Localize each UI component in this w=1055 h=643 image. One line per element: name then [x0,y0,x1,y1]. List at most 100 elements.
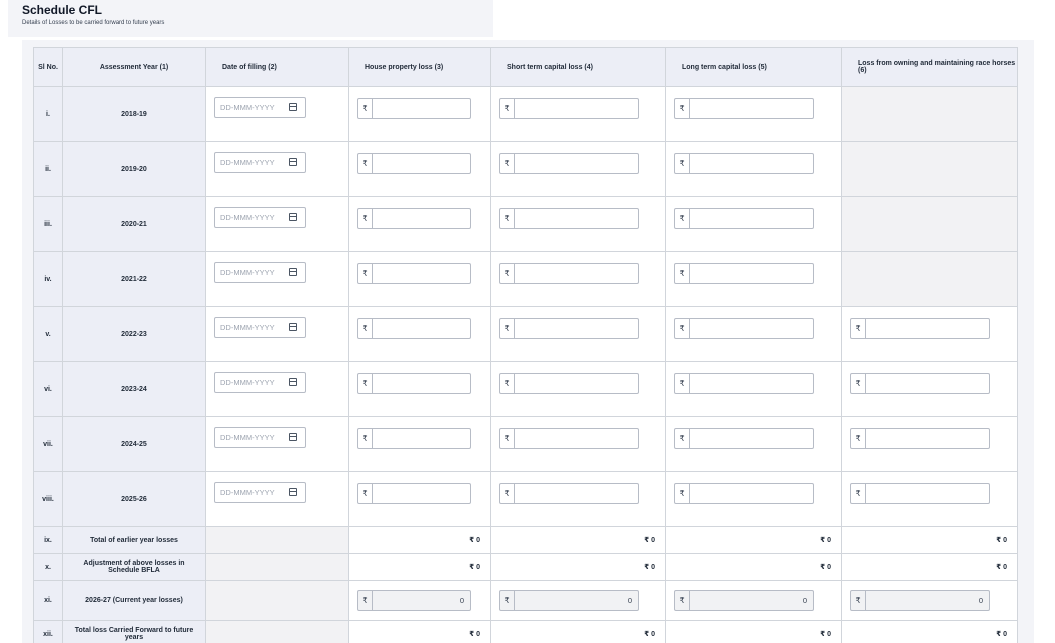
date-of-filing-input[interactable]: DD-MMM-YYYY [214,152,306,173]
rupee-icon: ₹ [500,264,515,283]
amount-input-area[interactable] [690,319,813,338]
race-horses-loss-input[interactable]: ₹ [850,428,990,449]
rupee-icon: ₹ [851,591,866,610]
date-of-filing-input[interactable]: DD-MMM-YYYY [214,262,306,283]
short-term-capital-loss-input[interactable]: ₹ [499,428,639,449]
house-property-loss-input[interactable]: ₹ [357,98,471,119]
calendar-icon[interactable] [289,488,297,496]
calendar-icon[interactable] [289,433,297,441]
race-horses-loss-cell [841,196,1018,252]
short-term-capital-loss-input[interactable]: ₹ [499,483,639,504]
date-of-filing-input[interactable]: DD-MMM-YYYY [214,427,306,448]
amount-input-area[interactable] [373,429,470,448]
calendar-icon[interactable] [289,158,297,166]
rupee-icon: ₹ [358,264,373,283]
field-value: 0 [978,596,983,605]
date-of-filing-input[interactable]: DD-MMM-YYYY [214,207,306,228]
current-race-horses-field: ₹0 [850,590,990,611]
total-long-term: ₹ 0 [665,526,842,554]
amount-input-area[interactable] [866,374,989,393]
amount-input-area[interactable] [515,319,638,338]
race-horses-loss-input[interactable]: ₹ [850,483,990,504]
long-term-capital-loss-input[interactable]: ₹ [674,98,814,119]
calendar-icon[interactable] [289,103,297,111]
adjustment-row: x. Adjustment of above losses in Schedul… [33,553,1018,581]
amount-input-area[interactable] [866,484,989,503]
long-term-capital-loss-cell: ₹ [665,306,842,362]
amount-input-area[interactable] [690,154,813,173]
field-value: 0 [627,596,632,605]
amount-input-area[interactable] [690,209,813,228]
amount-input-area[interactable] [690,484,813,503]
house-property-loss-input[interactable]: ₹ [357,208,471,229]
date-of-filing-input[interactable]: DD-MMM-YYYY [214,97,306,118]
amount-input-area[interactable] [373,264,470,283]
date-of-filing-input[interactable]: DD-MMM-YYYY [214,372,306,393]
calendar-icon[interactable] [289,213,297,221]
amount-input-area[interactable] [373,484,470,503]
amount-input-area[interactable] [515,374,638,393]
long-term-capital-loss-input[interactable]: ₹ [674,373,814,394]
sl-no: xii. [33,620,63,643]
short-term-capital-loss-cell: ₹ [490,251,666,307]
amount-input-area[interactable] [690,429,813,448]
amount-input-area[interactable] [515,209,638,228]
house-property-loss-input[interactable]: ₹ [357,153,471,174]
house-property-loss-cell: ₹ [348,361,491,417]
sl-no: viii. [33,471,63,527]
short-term-capital-loss-input[interactable]: ₹ [499,263,639,284]
short-term-capital-loss-input[interactable]: ₹ [499,373,639,394]
amount-input-area[interactable] [373,209,470,228]
assessment-year: 2021-22 [62,251,206,307]
calendar-icon[interactable] [289,323,297,331]
amount-input-area[interactable] [515,484,638,503]
amount-input-area[interactable] [515,429,638,448]
amount-input-area[interactable] [373,99,470,118]
race-horses-loss-input[interactable]: ₹ [850,318,990,339]
long-term-capital-loss-input[interactable]: ₹ [674,153,814,174]
long-term-capital-loss-input[interactable]: ₹ [674,428,814,449]
rupee-icon: ₹ [675,591,690,610]
rupee-icon: ₹ [358,319,373,338]
calendar-icon[interactable] [289,268,297,276]
amount-input-area[interactable] [515,154,638,173]
house-property-loss-input[interactable]: ₹ [357,318,471,339]
amount-input-area[interactable] [373,319,470,338]
amount-input-area[interactable] [866,319,989,338]
long-term-capital-loss-input[interactable]: ₹ [674,318,814,339]
date-of-filing-input[interactable]: DD-MMM-YYYY [214,482,306,503]
row-label: 2026-27 (Current year losses) [62,580,206,621]
race-horses-loss-input[interactable]: ₹ [850,373,990,394]
long-term-capital-loss-input[interactable]: ₹ [674,263,814,284]
amount-input-area[interactable] [690,374,813,393]
short-term-capital-loss-input[interactable]: ₹ [499,318,639,339]
short-term-capital-loss-cell: ₹ [490,196,666,252]
amount-input-area[interactable] [515,264,638,283]
rupee-icon: ₹ [851,374,866,393]
amount-input-area[interactable] [866,429,989,448]
long-term-capital-loss-input[interactable]: ₹ [674,483,814,504]
house-property-loss-input[interactable]: ₹ [357,428,471,449]
short-term-capital-loss-input[interactable]: ₹ [499,153,639,174]
amount-input-area[interactable] [515,99,638,118]
total-earlier-row: ix. Total of earlier year losses ₹ 0 ₹ 0… [33,526,1018,554]
rupee-icon: ₹ [500,209,515,228]
rupee-icon: ₹ [851,429,866,448]
rupee-icon: ₹ [675,154,690,173]
long-term-capital-loss-cell: ₹ [665,416,842,472]
date-of-filing-cell: DD-MMM-YYYY [205,196,349,252]
amount-input-area[interactable] [690,264,813,283]
assessment-year: 2018-19 [62,86,206,142]
race-horses-loss-cell: ₹ [841,416,1018,472]
amount-input-area[interactable] [373,154,470,173]
house-property-loss-input[interactable]: ₹ [357,263,471,284]
amount-input-area[interactable] [373,374,470,393]
short-term-capital-loss-input[interactable]: ₹ [499,208,639,229]
house-property-loss-input[interactable]: ₹ [357,483,471,504]
long-term-capital-loss-input[interactable]: ₹ [674,208,814,229]
amount-input-area[interactable] [690,99,813,118]
date-of-filing-input[interactable]: DD-MMM-YYYY [214,317,306,338]
calendar-icon[interactable] [289,378,297,386]
house-property-loss-input[interactable]: ₹ [357,373,471,394]
short-term-capital-loss-input[interactable]: ₹ [499,98,639,119]
